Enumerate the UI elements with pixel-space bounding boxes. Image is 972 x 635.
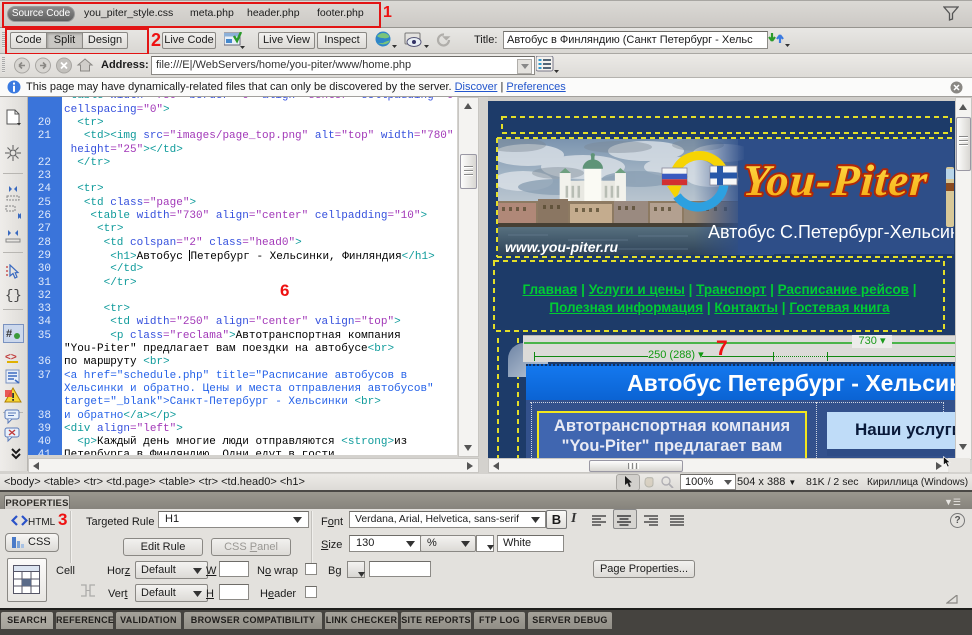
svg-text:#: # bbox=[6, 328, 12, 340]
svg-text:{}: {} bbox=[5, 288, 21, 302]
